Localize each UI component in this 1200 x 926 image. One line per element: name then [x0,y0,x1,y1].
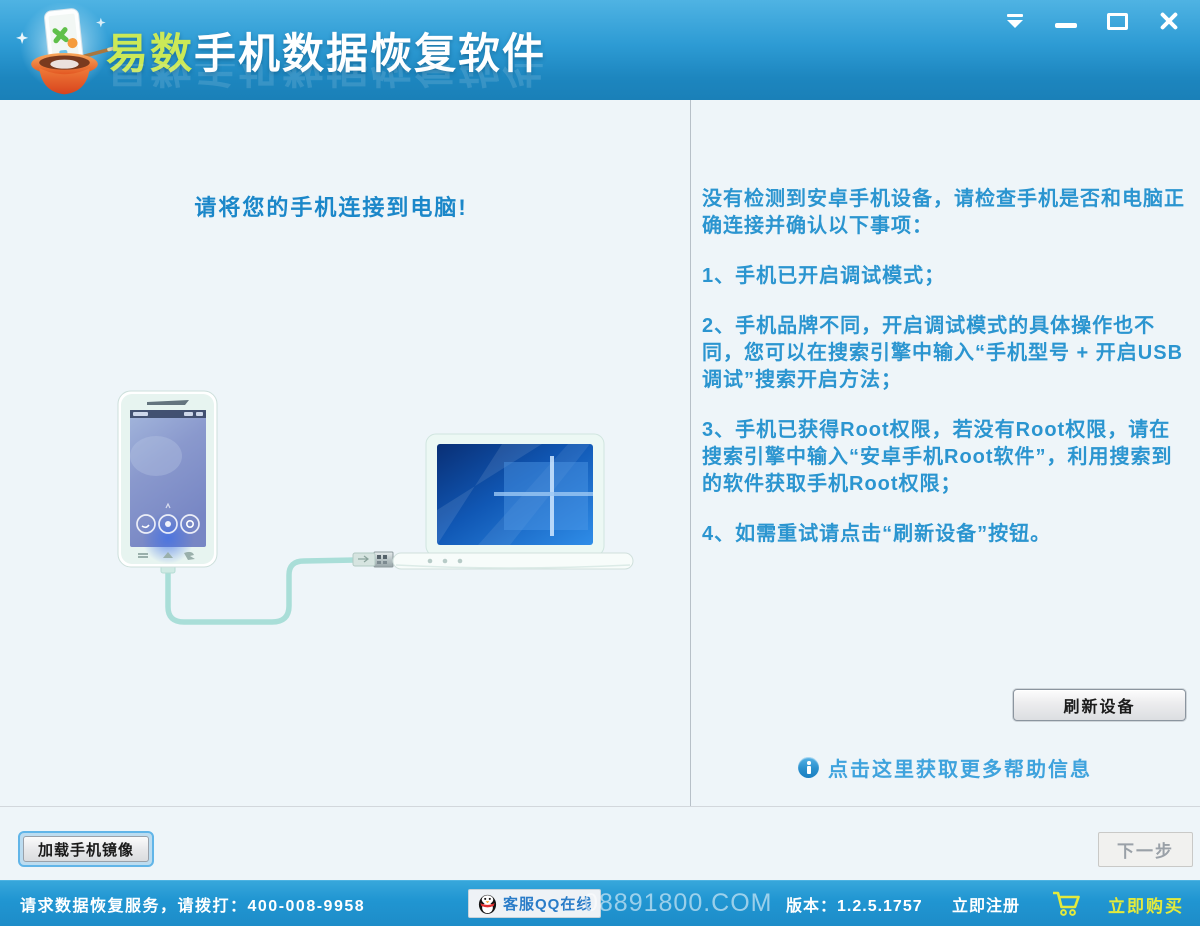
load-phone-image-button-focus-ring: 加载手机镜像 [18,831,154,867]
connect-phone-heading: 请将您的手机连接到电脑! [194,195,468,220]
buy-now-link[interactable]: 立即购买 [1108,881,1184,926]
tip-item: 4、如需重试请点击“刷新设备”按钮。 [702,523,1052,545]
app-logo-icon [16,3,117,95]
app-window: 易数手机数据恢复软件 易数手机数据恢复软件 请将您的手机连接到电脑! 没有检测到… [0,0,1200,926]
action-bar [0,806,1200,881]
watermark-text: 08891800.COM [584,889,773,917]
panel-divider [690,100,691,806]
window-menu-icon[interactable] [1005,13,1025,29]
minimize-icon[interactable] [1055,22,1077,28]
window-controls [1005,10,1180,32]
qq-support-label: 客服QQ在线 [503,896,593,913]
tip-item: 2、手机品牌不同，开启调试模式的具体操作也不同，您可以在搜索引擎中输入“手机型号… [702,315,1184,391]
refresh-device-button[interactable]: 刷新设备 [1013,689,1186,721]
next-step-button[interactable]: 下一步 [1098,832,1193,867]
more-help-label: 点击这里获取更多帮助信息 [828,759,1092,781]
load-phone-image-button[interactable]: 加载手机镜像 [23,836,149,862]
info-icon [798,757,819,778]
more-help-link[interactable]: 点击这里获取更多帮助信息 [690,753,1200,782]
troubleshooting-panel: 没有检测到安卓手机设备，请检查手机是否和电脑正确连接并确认以下事项： 1、手机已… [702,186,1188,571]
qq-support-button[interactable]: 客服QQ在线 [468,889,602,918]
tip-item: 1、手机已开启调试模式； [702,265,946,287]
footer-bar: 请求数据恢复服务，请拨打：400-008-9958 客服QQ在线 0889180… [0,880,1200,926]
close-icon[interactable] [1158,10,1180,32]
service-hotline-text: 请求数据恢复服务，请拨打：400-008-9958 [20,898,366,915]
not-detected-intro: 没有检测到安卓手机设备，请检查手机是否和电脑正确连接并确认以下事项： [702,188,1185,237]
title-bar: 易数手机数据恢复软件 易数手机数据恢复软件 [0,0,1200,101]
qq-penguin-icon [478,894,497,914]
version-text: 版本：1.2.5.1757 [786,898,923,915]
register-link[interactable]: 立即注册 [952,881,1020,926]
maximize-icon[interactable] [1107,12,1128,30]
tip-item: 3、手机已获得Root权限，若没有Root权限，请在搜索引擎中输入“安卓手机Ro… [702,419,1173,495]
app-title-reflection: 易数手机数据恢复软件 [106,64,547,90]
phone-laptop-illustration [117,390,634,625]
shopping-cart-icon[interactable] [1050,889,1082,918]
